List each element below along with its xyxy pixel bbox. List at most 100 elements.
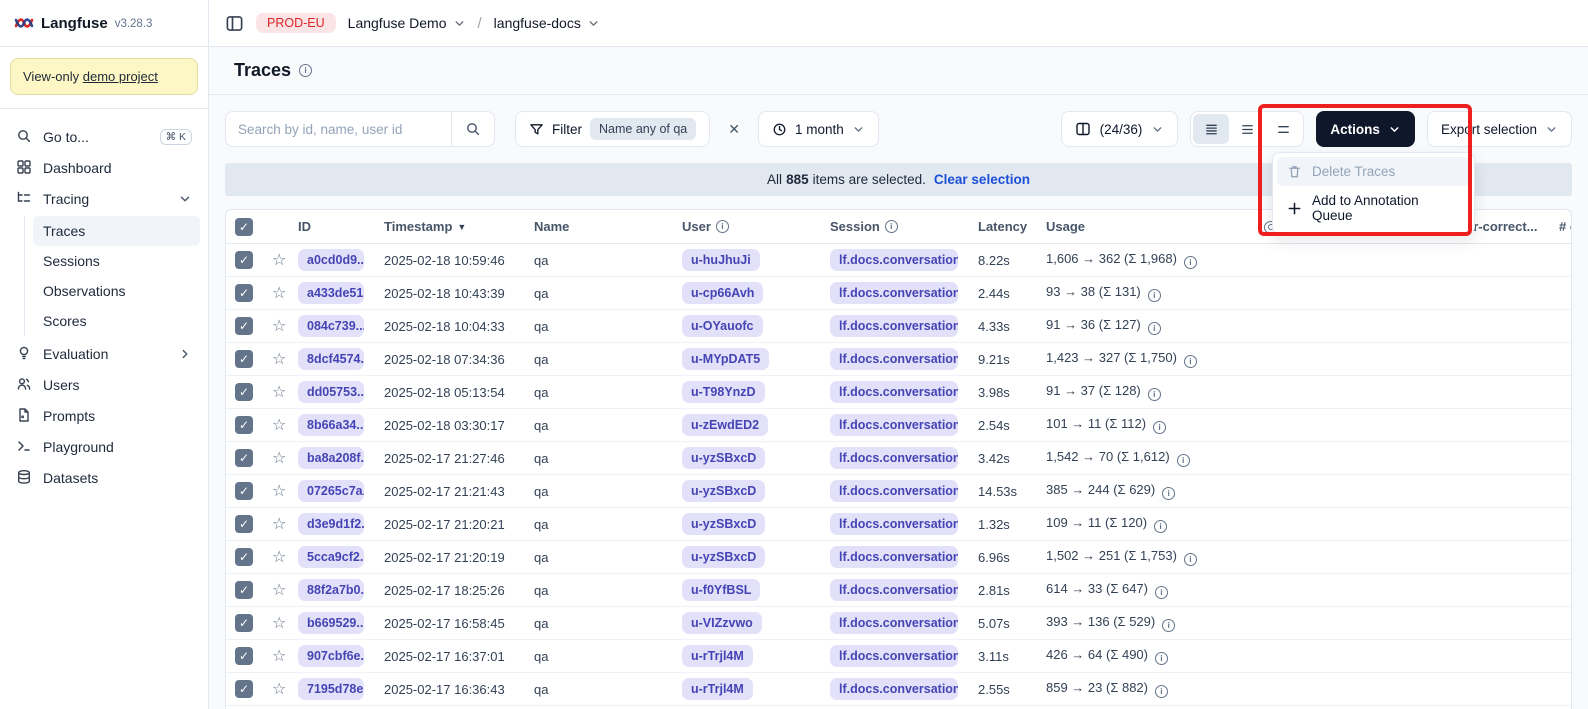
row-height-medium-icon[interactable] bbox=[1229, 114, 1265, 144]
info-icon[interactable] bbox=[299, 64, 312, 77]
star-icon[interactable] bbox=[272, 384, 286, 401]
row-checkbox[interactable] bbox=[235, 581, 253, 599]
info-icon[interactable] bbox=[1155, 652, 1168, 665]
user-badge[interactable]: u-huJhuJi bbox=[682, 249, 760, 271]
actions-button[interactable]: Actions bbox=[1316, 111, 1415, 147]
export-selection-button[interactable]: Export selection bbox=[1427, 111, 1572, 147]
user-badge[interactable]: u-rTrjl4M bbox=[682, 645, 753, 667]
star-icon[interactable] bbox=[272, 582, 286, 599]
usage-column-header[interactable]: Usage bbox=[1036, 210, 1254, 244]
trace-id-badge[interactable]: b669529... bbox=[298, 612, 364, 634]
row-checkbox[interactable] bbox=[235, 251, 253, 269]
session-badge[interactable]: lf.docs.conversation... bbox=[830, 480, 958, 502]
user-badge[interactable]: u-cp66Avh bbox=[682, 282, 763, 304]
sidebar-item-users[interactable]: Users bbox=[8, 369, 200, 400]
info-icon[interactable] bbox=[1162, 619, 1175, 632]
columns-button[interactable]: (24/36) bbox=[1061, 111, 1179, 147]
user-badge[interactable]: u-OYauofc bbox=[682, 315, 763, 337]
user-badge[interactable]: u-yzSBxcD bbox=[682, 513, 765, 535]
user-badge[interactable]: u-yzSBxcD bbox=[682, 480, 765, 502]
menu-item-delete-traces[interactable]: Delete Traces bbox=[1277, 157, 1470, 186]
trace-id-badge[interactable]: 5cca9cf2... bbox=[298, 546, 364, 568]
info-icon[interactable] bbox=[1155, 586, 1168, 599]
user-badge[interactable]: u-f0YfBSL bbox=[682, 579, 760, 601]
info-icon[interactable] bbox=[1148, 322, 1161, 335]
star-icon[interactable] bbox=[272, 318, 286, 335]
info-icon[interactable] bbox=[1184, 256, 1197, 269]
trace-id-badge[interactable]: d3e9d1f2... bbox=[298, 513, 364, 535]
sidebar-item-prompts[interactable]: Prompts bbox=[8, 400, 200, 431]
sidebar-item-observations[interactable]: Observations bbox=[33, 276, 200, 306]
sidebar-toggle-icon[interactable] bbox=[225, 14, 244, 33]
sidebar-item-evaluation[interactable]: Evaluation bbox=[8, 338, 200, 369]
row-checkbox[interactable] bbox=[235, 614, 253, 632]
info-icon[interactable] bbox=[1177, 454, 1190, 467]
session-badge[interactable]: lf.docs.conversation... bbox=[830, 381, 958, 403]
row-checkbox[interactable] bbox=[235, 284, 253, 302]
session-badge[interactable]: lf.docs.conversation... bbox=[830, 249, 958, 271]
sidebar-item-goto[interactable]: Go to... ⌘ K bbox=[8, 121, 200, 152]
star-icon[interactable] bbox=[272, 516, 286, 533]
row-checkbox[interactable] bbox=[235, 383, 253, 401]
info-icon[interactable] bbox=[1184, 355, 1197, 368]
select-all-checkbox[interactable] bbox=[235, 218, 253, 236]
sidebar-item-traces[interactable]: Traces bbox=[33, 216, 200, 246]
star-icon[interactable] bbox=[272, 648, 286, 665]
trace-id-badge[interactable]: a433de51... bbox=[298, 282, 364, 304]
filter-button[interactable]: Filter Name any of qa bbox=[515, 111, 710, 147]
row-checkbox[interactable] bbox=[235, 680, 253, 698]
info-icon[interactable] bbox=[1148, 289, 1161, 302]
user-badge[interactable]: u-rTrjl4M bbox=[682, 678, 753, 700]
trace-id-badge[interactable]: dd05753... bbox=[298, 381, 364, 403]
star-icon[interactable] bbox=[272, 417, 286, 434]
session-badge[interactable]: lf.docs.conversation... bbox=[830, 678, 958, 700]
user-badge[interactable]: u-yzSBxcD bbox=[682, 546, 765, 568]
session-badge[interactable]: lf.docs.conversation... bbox=[830, 546, 958, 568]
sidebar-item-playground[interactable]: Playground bbox=[8, 431, 200, 462]
session-badge[interactable]: lf.docs.conversation... bbox=[830, 348, 958, 370]
row-height-large-icon[interactable] bbox=[1265, 114, 1301, 144]
user-badge[interactable]: u-zEwdED2 bbox=[682, 414, 768, 436]
row-checkbox[interactable] bbox=[235, 416, 253, 434]
session-badge[interactable]: lf.docs.conversation... bbox=[830, 645, 958, 667]
info-icon[interactable] bbox=[1154, 520, 1167, 533]
session-badge[interactable]: lf.docs.conversation... bbox=[830, 282, 958, 304]
trace-id-badge[interactable]: ba8a208f... bbox=[298, 447, 364, 469]
star-icon[interactable] bbox=[272, 351, 286, 368]
star-icon[interactable] bbox=[272, 483, 286, 500]
session-badge[interactable]: lf.docs.conversation... bbox=[830, 579, 958, 601]
search-input[interactable] bbox=[238, 122, 451, 137]
project-breadcrumb[interactable]: langfuse-docs bbox=[494, 15, 600, 31]
time-range-button[interactable]: 1 month bbox=[758, 111, 879, 147]
clear-selection-link[interactable]: Clear selection bbox=[934, 172, 1030, 187]
user-badge[interactable]: u-T98YnzD bbox=[682, 381, 765, 403]
trace-id-badge[interactable]: 8b66a34... bbox=[298, 414, 364, 436]
clear-filter-icon[interactable]: ✕ bbox=[720, 117, 748, 142]
menu-item-add-to-annotation-queue[interactable]: Add to Annotation Queue bbox=[1277, 186, 1470, 230]
row-checkbox[interactable] bbox=[235, 548, 253, 566]
info-icon[interactable] bbox=[1148, 388, 1161, 401]
info-icon[interactable] bbox=[1153, 421, 1166, 434]
star-icon[interactable] bbox=[272, 549, 286, 566]
search-icon[interactable] bbox=[452, 112, 494, 146]
sidebar-item-datasets[interactable]: Datasets bbox=[8, 462, 200, 493]
session-badge[interactable]: lf.docs.conversation... bbox=[830, 447, 958, 469]
trace-id-badge[interactable]: 8dcf4574... bbox=[298, 348, 364, 370]
org-breadcrumb[interactable]: Langfuse Demo bbox=[348, 15, 466, 31]
latency-column-header[interactable]: Latency bbox=[968, 210, 1036, 244]
trace-id-badge[interactable]: 07265c7a... bbox=[298, 480, 364, 502]
session-badge[interactable]: lf.docs.conversation... bbox=[830, 414, 958, 436]
extra-column-header[interactable]: # c bbox=[1549, 210, 1572, 244]
row-checkbox[interactable] bbox=[235, 515, 253, 533]
info-icon[interactable] bbox=[1184, 553, 1197, 566]
row-checkbox[interactable] bbox=[235, 482, 253, 500]
session-badge[interactable]: lf.docs.conversation... bbox=[830, 315, 958, 337]
star-icon[interactable] bbox=[272, 450, 286, 467]
session-badge[interactable]: lf.docs.conversation... bbox=[830, 612, 958, 634]
sidebar-item-scores[interactable]: Scores bbox=[33, 306, 200, 336]
trace-id-badge[interactable]: 88f2a7b0... bbox=[298, 579, 364, 601]
star-icon[interactable] bbox=[272, 252, 286, 269]
sidebar-item-sessions[interactable]: Sessions bbox=[33, 246, 200, 276]
trace-id-badge[interactable]: 084c739... bbox=[298, 315, 364, 337]
timestamp-column-header[interactable]: Timestamp ▼ bbox=[374, 210, 524, 244]
